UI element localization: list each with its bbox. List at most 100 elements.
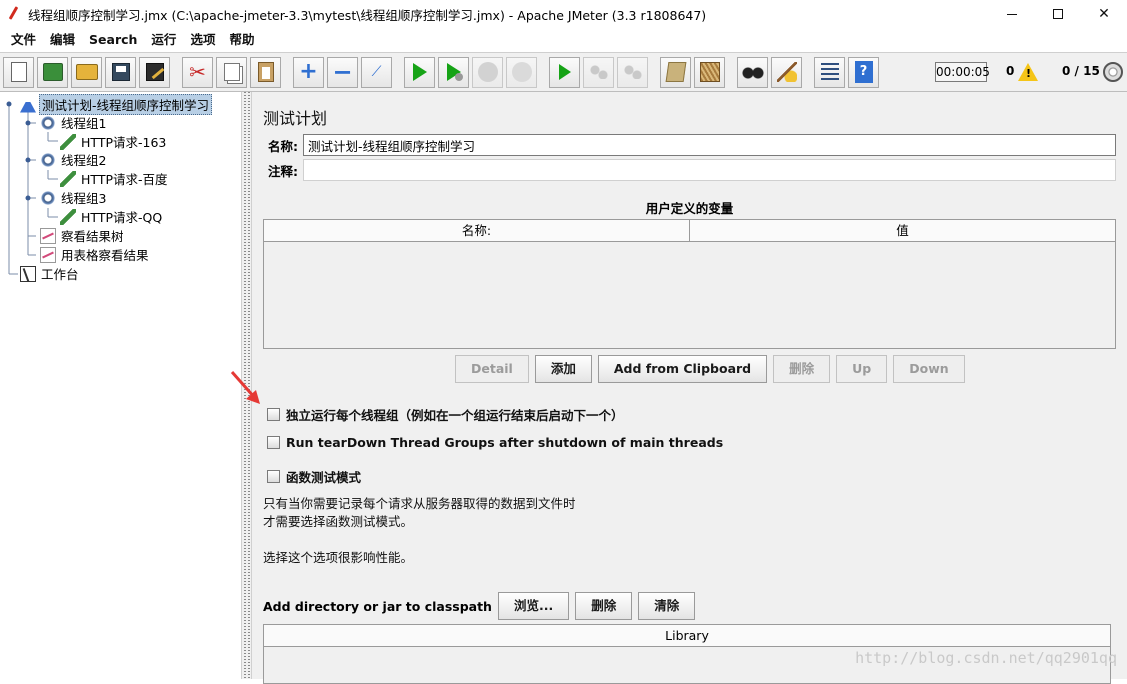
folder-open-icon (75, 64, 98, 80)
tree-item-thread-group-2[interactable]: 线程组2 (40, 150, 108, 169)
maximize-icon (1053, 9, 1063, 19)
tree-item-thread-group-3[interactable]: 线程组3 (40, 188, 108, 207)
minus-icon: − (332, 58, 353, 86)
name-label: 名称: (268, 138, 298, 154)
user-variables-table[interactable]: 名称: 值 (263, 219, 1116, 349)
minimize-button[interactable] (989, 0, 1035, 28)
column-library[interactable]: Library (264, 625, 1110, 647)
serial-thread-groups-row[interactable]: 独立运行每个线程组（例如在一个组运行结束后启动下一个） (267, 405, 624, 424)
clear-icon (665, 62, 686, 82)
comment-input[interactable] (303, 159, 1116, 181)
test-plan-tree: 测试计划-线程组顺序控制学习 线程组1 HTTP请求-163 线程组2 HTTP… (0, 92, 241, 679)
collapse-button[interactable]: − (327, 56, 358, 88)
classpath-label: Add directory or jar to classpath (263, 598, 492, 614)
pipette-icon (60, 208, 76, 225)
add-from-clipboard-button[interactable]: Add from Clipboard (597, 355, 768, 383)
stop-button[interactable] (472, 56, 503, 88)
functional-note-1: 只有当你需要记录每个请求从服务器取得的数据到文件时 (263, 496, 576, 511)
classpath-row: Add directory or jar to classpath 浏览... … (263, 592, 701, 620)
panel-title: 测试计划 (263, 109, 328, 128)
toggle-button[interactable]: ⟋ (361, 56, 392, 88)
shutdown-button[interactable] (506, 56, 537, 88)
functional-mode-label: 函数测试模式 (286, 470, 362, 485)
up-button[interactable]: Up (836, 355, 888, 383)
pipette-icon (60, 170, 76, 187)
search-button[interactable] (737, 56, 768, 88)
start-no-timers-button[interactable] (438, 56, 469, 88)
tree-item-thread-group-1[interactable]: 线程组1 (40, 113, 108, 132)
templates-button[interactable] (37, 56, 68, 88)
menu-help[interactable]: 帮助 (222, 28, 261, 52)
menu-search[interactable]: Search (82, 28, 144, 52)
templates-icon (42, 63, 63, 81)
remote-start-button[interactable] (549, 56, 580, 88)
shutdown-icon (511, 62, 532, 82)
test-plan-panel: 测试计划 名称: 注释: 用户定义的变量 名称: 值 Detail 添加 Add… (230, 92, 1127, 684)
tree-item-workbench[interactable]: 工作台 (20, 264, 81, 283)
cut-button[interactable]: ✂ (182, 56, 213, 88)
help-button[interactable]: ? (848, 56, 879, 88)
scissors-icon: ✂ (189, 60, 206, 84)
serial-thread-groups-checkbox[interactable] (267, 408, 280, 421)
remote-shutdown-icon (623, 65, 642, 79)
functional-mode-row[interactable]: 函数测试模式 (267, 467, 361, 486)
add-button[interactable]: 添加 (534, 355, 592, 383)
window-title: 线程组顺序控制学习.jmx (C:\apache-jmeter-3.3\myte… (28, 7, 707, 23)
start-button[interactable] (404, 56, 435, 88)
remote-shutdown-button[interactable] (617, 56, 648, 88)
workbench-icon (20, 265, 36, 282)
active-threads: 0 / 15 (1062, 64, 1100, 78)
tree-item-test-plan[interactable]: 测试计划-线程组顺序控制学习 (20, 94, 213, 115)
save-icon (111, 63, 130, 81)
menu-edit[interactable]: 编辑 (43, 28, 82, 52)
watermark: http://blog.csdn.net/qq2901qq (855, 649, 1117, 667)
open-button[interactable] (71, 56, 102, 88)
browse-button[interactable]: 浏览... (497, 592, 570, 620)
tree-item-http-163[interactable]: HTTP请求-163 (60, 132, 168, 151)
elapsed-timer: 00:00:05 (935, 62, 990, 82)
clear-button[interactable] (660, 56, 691, 88)
remote-stop-button[interactable] (583, 56, 614, 88)
tree-item-http-baidu[interactable]: HTTP请求-百度 (60, 169, 170, 188)
window-controls: ✕ (989, 0, 1127, 28)
menu-file[interactable]: 文件 (4, 28, 43, 52)
comment-label: 注释: (268, 163, 298, 179)
name-input[interactable] (303, 134, 1116, 156)
save-as-button[interactable] (139, 56, 170, 88)
warning-icon[interactable] (1018, 63, 1038, 81)
reset-search-button[interactable] (771, 56, 802, 88)
gear-icon (40, 189, 56, 206)
functional-note-2: 才需要选择函数测试模式。 (263, 514, 414, 529)
tree-item-table-results[interactable]: 用表格察看结果 (40, 245, 151, 264)
expand-button[interactable]: + (293, 56, 324, 88)
teardown-checkbox[interactable] (267, 436, 280, 449)
paste-button[interactable] (250, 56, 281, 88)
chart-icon (40, 227, 56, 244)
tree-item-http-qq[interactable]: HTTP请求-QQ (60, 207, 164, 226)
column-value[interactable]: 值 (690, 220, 1115, 241)
minimize-icon (1007, 13, 1017, 15)
delete-button[interactable]: 删除 (773, 355, 831, 383)
remote-status-icon (1103, 62, 1123, 82)
copy-button[interactable] (216, 56, 247, 88)
save-button[interactable] (105, 56, 136, 88)
chart-icon (40, 246, 56, 263)
down-button[interactable]: Down (893, 355, 965, 383)
clear-all-button[interactable] (694, 56, 725, 88)
close-button[interactable]: ✕ (1081, 0, 1127, 28)
maximize-button[interactable] (1035, 0, 1081, 28)
classpath-delete-button[interactable]: 删除 (575, 592, 633, 620)
menu-run[interactable]: 运行 (144, 28, 183, 52)
column-name[interactable]: 名称: (264, 220, 690, 241)
function-helper-button[interactable] (814, 56, 845, 88)
functional-mode-checkbox[interactable] (267, 470, 280, 483)
remote-stop-icon (589, 65, 608, 79)
title-bar: 线程组顺序控制学习.jmx (C:\apache-jmeter-3.3\myte… (0, 0, 1127, 28)
new-button[interactable] (3, 56, 34, 88)
detail-button[interactable]: Detail (455, 355, 529, 383)
tree-item-view-results-tree[interactable]: 察看结果树 (40, 226, 126, 245)
copy-icon (223, 63, 240, 81)
menu-options[interactable]: 选项 (183, 28, 222, 52)
teardown-row[interactable]: Run tearDown Thread Groups after shutdow… (267, 435, 723, 450)
classpath-clear-button[interactable]: 清除 (638, 592, 696, 620)
